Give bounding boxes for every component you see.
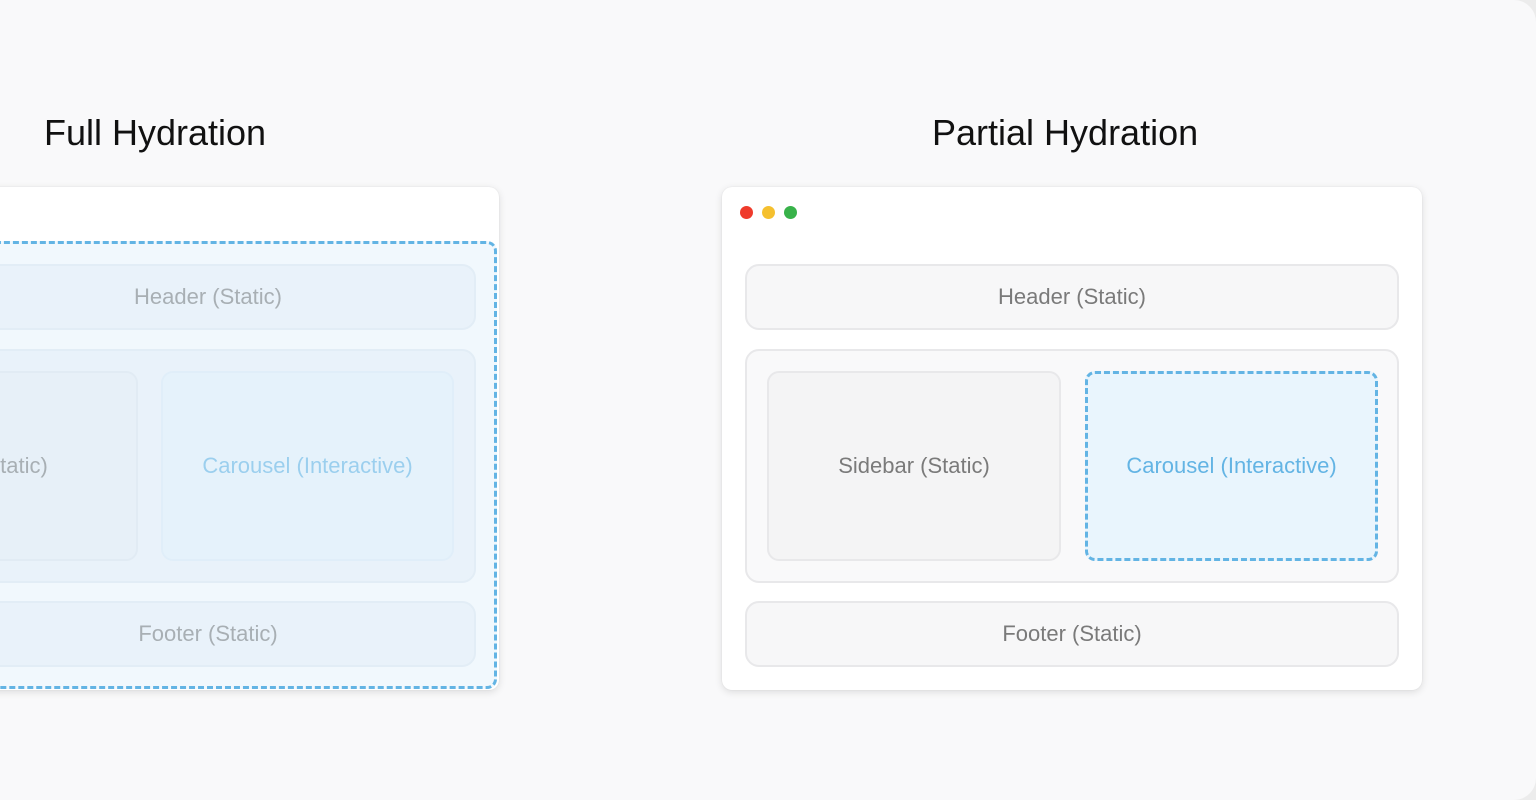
minimize-dot-icon bbox=[762, 206, 775, 219]
partial-carousel-box: Carousel (Interactive) bbox=[1085, 371, 1378, 561]
maximize-dot-icon bbox=[784, 206, 797, 219]
partial-sidebar-box: Sidebar (Static) bbox=[767, 371, 1061, 561]
diagram-canvas: Full Hydration Partial Hydration Header … bbox=[0, 0, 1536, 800]
full-hydration-window: Header (Static) Sidebar (Static) Carouse… bbox=[0, 187, 499, 690]
partial-hydration-window: Header (Static) Sidebar (Static) Carouse… bbox=[722, 187, 1422, 690]
partial-footer-box: Footer (Static) bbox=[745, 601, 1399, 667]
full-hydration-title: Full Hydration bbox=[44, 112, 267, 153]
close-dot-icon bbox=[740, 206, 753, 219]
partial-hydration-title: Partial Hydration bbox=[932, 112, 1199, 153]
partial-header-box: Header (Static) bbox=[745, 264, 1399, 330]
partial-carousel-label: Carousel (Interactive) bbox=[1126, 453, 1337, 478]
partial-header-label: Header (Static) bbox=[998, 284, 1146, 309]
full-hydration-boundary bbox=[0, 241, 497, 689]
window-controls bbox=[740, 206, 797, 219]
partial-footer-label: Footer (Static) bbox=[1002, 621, 1142, 646]
partial-sidebar-label: Sidebar (Static) bbox=[838, 453, 990, 478]
